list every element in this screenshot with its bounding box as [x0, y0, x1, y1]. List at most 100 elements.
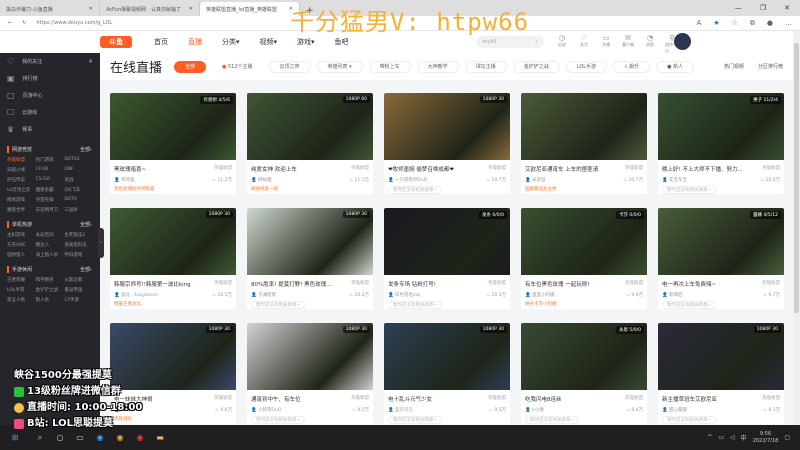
- header-follow[interactable]: ♡ 关注: [577, 34, 591, 54]
- streamer-name[interactable]: 👤 柳如烟: [251, 177, 272, 183]
- collections-icon[interactable]: ⧉: [750, 19, 755, 28]
- streamer-name[interactable]: 👤 新闻后: [662, 292, 683, 298]
- stream-title[interactable]: 电十乱斗元气少女: [388, 395, 432, 403]
- edge-icon[interactable]: ◉: [90, 433, 110, 442]
- chrome-icon[interactable]: ◉: [110, 433, 130, 442]
- stream-category[interactable]: 英雄联盟: [214, 395, 232, 403]
- stream-title[interactable]: ❤牧师墨婉 偷梦召唤成都❤: [388, 165, 454, 173]
- filter-chip[interactable]: 带粉上车: [368, 60, 411, 73]
- streamer-name[interactable]: 👤 蓝贝贝贝: [388, 407, 413, 413]
- maximize-button[interactable]: ❐: [760, 4, 766, 12]
- sidebar-category[interactable]: 火影忍者: [64, 277, 93, 283]
- nav-item[interactable]: 鱼吧: [335, 37, 349, 47]
- sidebar-category[interactable]: 和平精英: [36, 277, 65, 283]
- stream-thumbnail[interactable]: [521, 93, 647, 160]
- filter-chip[interactable]: ⚡ 飙升: [613, 60, 651, 73]
- section-more-link[interactable]: 全部›: [80, 266, 92, 273]
- read-aloud-icon[interactable]: A: [697, 19, 702, 28]
- stream-thumbnail[interactable]: 发条 0/0/0: [384, 208, 510, 275]
- sidebar-category[interactable]: 英雄联盟: [7, 157, 36, 163]
- filter-right-link[interactable]: 热门视频: [724, 63, 744, 70]
- stream-title[interactable]: 黑玫瑰暗喜~: [114, 165, 146, 173]
- tray-chevron-icon[interactable]: ^: [707, 434, 712, 441]
- header-guest[interactable]: ✉ 客户端: [621, 34, 635, 54]
- stream-title[interactable]: 吃我闪电8连丝: [525, 395, 562, 403]
- sidebar-category[interactable]: 天涯明月刀: [36, 207, 65, 213]
- sidebar-category[interactable]: 生死狙击2: [64, 232, 93, 238]
- streamer-name[interactable]: 👤 子渊提莫: [251, 292, 276, 298]
- sidebar-category[interactable]: QQ飞车: [64, 187, 93, 193]
- section-more-link[interactable]: 全部›: [80, 221, 92, 228]
- task-view-icon[interactable]: ▭: [70, 433, 90, 442]
- favorite-star-icon[interactable]: ★: [713, 19, 719, 28]
- filter-chip[interactable]: ● 新人: [656, 60, 695, 73]
- streamer-name[interactable]: 👤 蛋蛋小阿姨: [525, 292, 555, 298]
- nav-item[interactable]: 首页: [154, 37, 168, 47]
- sidebar-category[interactable]: DNF: [64, 167, 93, 173]
- notification-icon[interactable]: ▢: [784, 434, 790, 441]
- stream-card[interactable]: 1080P 30 ❤牧师墨婉 偷梦召唤成都❤ 英雄联盟 👤 一只卷卷然OvO ♨ 10.…: [384, 93, 510, 194]
- stream-category[interactable]: 英雄联盟: [625, 165, 643, 173]
- filter-chip[interactable]: 云顶之弈: [268, 60, 311, 73]
- stream-thumbnail[interactable]: 1080P 30: [247, 208, 373, 275]
- folder-icon[interactable]: ▬: [150, 433, 170, 442]
- streamer-name[interactable]: 👤 一只卷卷然OvO: [388, 177, 427, 183]
- sidebar-category[interactable]: 糖豆人: [36, 242, 65, 248]
- stream-category[interactable]: 英雄联盟: [351, 395, 369, 403]
- section-more-link[interactable]: 全部›: [80, 146, 92, 153]
- filter-chip[interactable]: 英雄列表 ▾: [316, 60, 363, 73]
- streamer-name[interactable]: 👤 米老鼠: [525, 177, 546, 183]
- streamer-name[interactable]: 👤 师师里: [114, 177, 135, 183]
- sidebar-category[interactable]: 永劫无间: [36, 232, 65, 238]
- stream-card[interactable]: 永恩 5/0/0 吃我闪电8连丝 英雄联盟 👤 e小德 ♨ 9.4万 暂时还没有相关勋章~: [521, 323, 647, 424]
- sidebar-item[interactable]: ♡ 我的关注 4: [0, 53, 100, 70]
- sidebar-category[interactable]: CF手游: [64, 297, 93, 303]
- sidebar-category[interactable]: CFHD: [36, 167, 65, 173]
- sidebar-category[interactable]: DOTA: [64, 197, 93, 203]
- filter-right-link[interactable]: 分区排行榜: [758, 63, 783, 70]
- stream-card[interactable]: 1080P 30 电十乱斗元气少女 英雄联盟 👤 蓝贝贝贝 ♨ 9.5万 暂时还没有相关勋…: [384, 323, 510, 424]
- stream-category[interactable]: 英雄联盟: [762, 280, 780, 288]
- stream-category[interactable]: 英雄联盟: [351, 165, 369, 173]
- stream-thumbnail[interactable]: 惠子 11/2/4: [658, 93, 784, 160]
- stream-title[interactable]: 有车位黑色玫瑰 一起玩呀!: [525, 280, 589, 288]
- sidebar-category[interactable]: 第五人格: [7, 297, 36, 303]
- sidebar-item[interactable]: ♛ 赛事: [0, 121, 100, 138]
- volume-icon[interactable]: ◁: [730, 434, 735, 441]
- sidebar-category[interactable]: 网易游戏: [7, 197, 36, 203]
- sidebar-category[interactable]: 三国杀: [64, 207, 93, 213]
- stream-card[interactable]: 卡莎 0/0/0 有车位黑色玫瑰 一起玩呀! 英雄联盟 👤 蛋蛋小阿姨 ♨ 9.9万 峡谷…: [521, 208, 647, 309]
- stream-title[interactable]: 艾欧尼亚通宵车 上车的匪匪请: [525, 165, 598, 173]
- sidebar-category[interactable]: 金铲铲之战: [36, 287, 65, 293]
- search-input[interactable]: wiybll ⌕: [476, 36, 544, 48]
- stream-title[interactable]: 80%胜率! 提莫打野! 黑色玫瑰...: [251, 280, 331, 288]
- ime-indicator[interactable]: 中: [741, 433, 747, 442]
- stream-category[interactable]: 英雄联盟: [625, 280, 643, 288]
- stream-card[interactable]: 艾欧尼亚通宵车 上车的匪匪请 英雄联盟 👤 米老鼠 ♨ 10.7万 国服最强女主秀: [521, 93, 647, 194]
- sidebar-category[interactable]: 海上狼人杀: [36, 252, 65, 258]
- profile-icon[interactable]: ●: [767, 19, 773, 28]
- nav-item[interactable]: 分类▾: [222, 37, 240, 47]
- sidebar-category[interactable]: 王者荣耀: [7, 277, 36, 283]
- douyu-logo[interactable]: 斗鱼: [100, 36, 132, 48]
- sidebar-category[interactable]: 狼人杀: [36, 297, 65, 303]
- clock[interactable]: 9:56 2022/7/18: [753, 431, 779, 445]
- stream-card[interactable]: 1080P 60 纯爱女神 欢迎上车 英雄联盟 👤 柳如烟 ♨ 11.1万 峡谷纯爱一班: [247, 93, 373, 194]
- stream-thumbnail[interactable]: 1080P 30: [247, 323, 373, 390]
- filter-all[interactable]: 全部: [174, 60, 207, 73]
- sidebar-category[interactable]: lol云顶之弈: [7, 187, 36, 193]
- sidebar-category[interactable]: 方舟ARK: [7, 242, 36, 248]
- sidebar-category[interactable]: 主机游戏: [7, 232, 36, 238]
- streamer-name[interactable]: 👤 波比 - Easyboom: [114, 292, 158, 298]
- stream-title[interactable]: 纯爱女神 欢迎上车: [251, 165, 297, 173]
- sidebar-category[interactable]: 魔兽争霸: [36, 187, 65, 193]
- close-tab-icon[interactable]: ✕: [189, 6, 193, 12]
- stream-category[interactable]: 英雄联盟: [214, 280, 232, 288]
- filter-chip[interactable]: 球坛主播: [464, 60, 507, 73]
- stream-thumbnail[interactable]: 1080P 30: [110, 208, 236, 275]
- nav-item[interactable]: 视频▾: [260, 37, 278, 47]
- stream-thumbnail[interactable]: 1080P 30: [384, 323, 510, 390]
- streamer-name[interactable]: 👤 白色羽毛zzz: [388, 292, 420, 298]
- sidebar-category[interactable]: LOL手游: [7, 287, 36, 293]
- stream-category[interactable]: 英雄联盟: [488, 165, 506, 173]
